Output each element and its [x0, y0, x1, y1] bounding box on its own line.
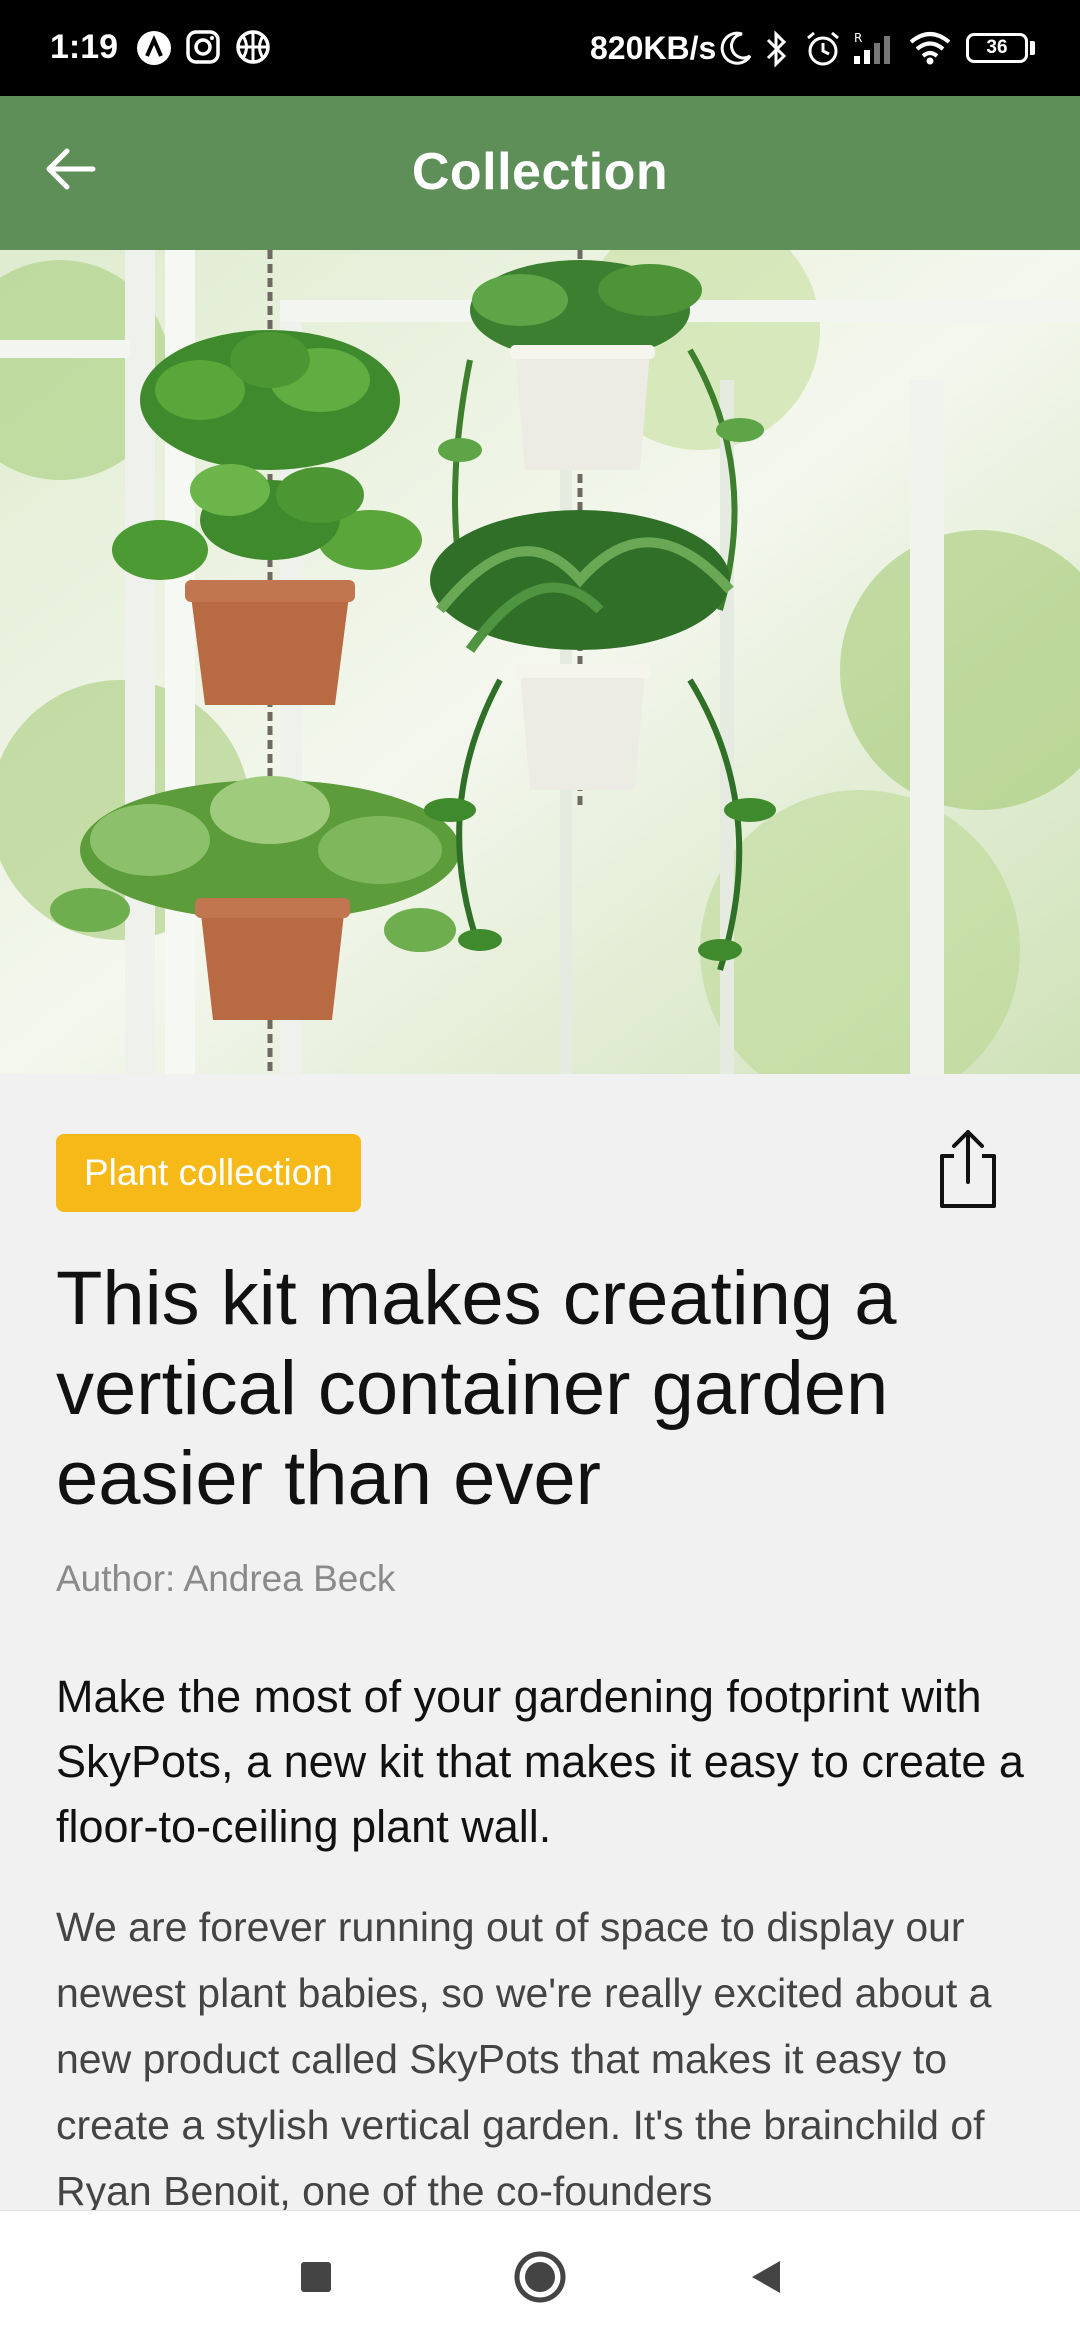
status-time: 1:19	[50, 28, 119, 66]
recents-button[interactable]	[286, 2247, 346, 2307]
article-hero-image	[0, 250, 1080, 1074]
article-content: Plant collection This kit makes creating…	[0, 1074, 1080, 2210]
battery-icon: 36	[966, 33, 1028, 63]
instagram-icon	[186, 30, 220, 64]
system-nav-bar	[0, 2210, 1080, 2341]
signal-icon: R	[854, 31, 890, 64]
battery-tip	[1030, 41, 1035, 55]
recents-square-icon	[301, 2262, 331, 2292]
moon-icon	[720, 31, 752, 65]
network-speed: 820KB/s	[590, 30, 717, 66]
category-badge[interactable]: Plant collection	[56, 1134, 361, 1212]
basketball-icon	[236, 30, 270, 64]
article-lede: Make the most of your gardening footprin…	[56, 1671, 1024, 1852]
battery-level: 36	[986, 37, 1008, 58]
wifi-icon	[909, 32, 951, 65]
article-title: This kit makes creating a vertical conta…	[56, 1256, 897, 1521]
hanging-plants-illustration	[0, 250, 1080, 1074]
article-body: We are forever running out of space to d…	[56, 1904, 992, 2210]
status-bar: 1:19 820KB/s R 36	[0, 0, 1080, 96]
share-button[interactable]	[932, 1126, 1004, 1210]
share-icon	[940, 1130, 996, 1208]
article-author: Author: Andrea Beck	[56, 1558, 396, 1599]
home-circle-icon	[514, 2251, 566, 2303]
app-bar: Collection	[0, 96, 1080, 250]
alarm-icon	[807, 31, 839, 66]
home-button[interactable]	[510, 2247, 570, 2307]
back-triangle-icon	[752, 2261, 780, 2293]
back-nav-button[interactable]	[736, 2247, 796, 2307]
page-title: Collection	[411, 143, 669, 201]
bluetooth-icon	[766, 30, 787, 68]
svg-text:R: R	[854, 31, 862, 45]
a-badge-icon	[137, 31, 171, 65]
